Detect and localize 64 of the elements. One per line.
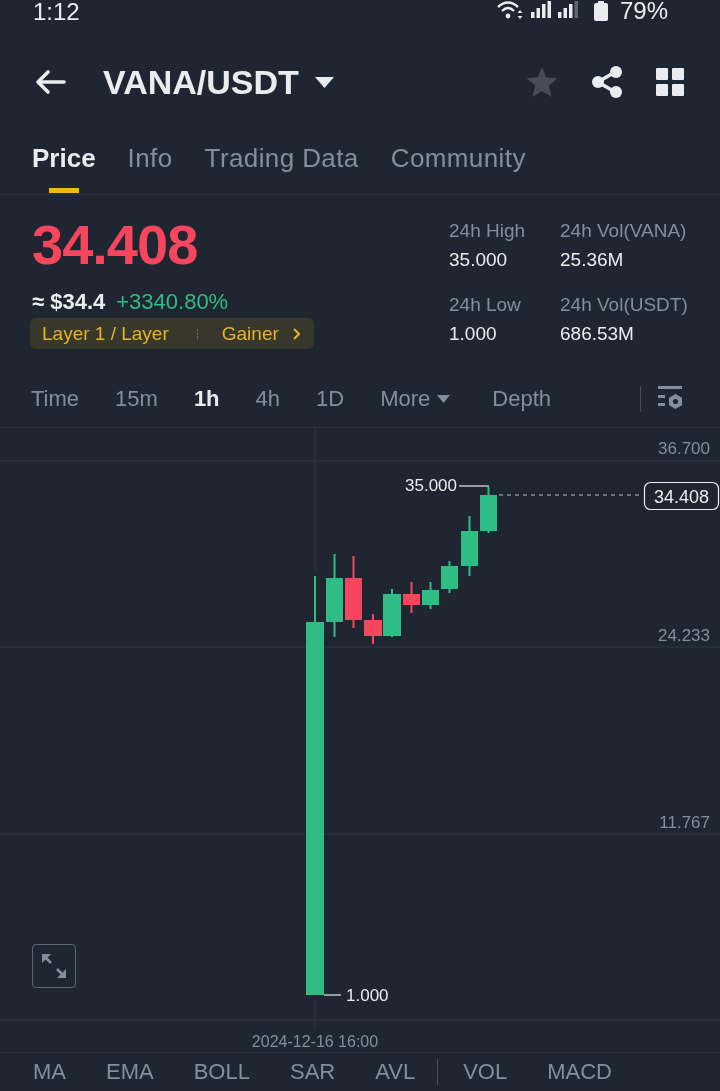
tab[interactable]: Info bbox=[127, 124, 173, 194]
interval-tab[interactable]: Time bbox=[31, 385, 80, 412]
candle bbox=[403, 582, 420, 613]
interval-tab[interactable]: Depth bbox=[492, 385, 551, 412]
last-price: 34.408 bbox=[32, 214, 198, 276]
price-axis-label: 24.233 bbox=[658, 625, 710, 645]
candle bbox=[480, 487, 497, 533]
indicator-tab[interactable]: MACD bbox=[547, 1059, 612, 1085]
back-arrow-icon[interactable] bbox=[34, 69, 66, 95]
battery-percent: 79% bbox=[619, 1, 668, 21]
interval-tab[interactable]: 1h bbox=[193, 385, 220, 412]
chevron-right-icon bbox=[292, 327, 300, 340]
category-tag-bar[interactable]: Layer 1 / Layer Gainer bbox=[30, 318, 314, 349]
tab[interactable]: Price bbox=[32, 124, 96, 194]
tag-label: Layer 1 / Layer bbox=[42, 322, 169, 345]
stat-value: 686.53M bbox=[560, 322, 634, 346]
leader-line bbox=[323, 994, 342, 996]
signal-icon bbox=[530, 1, 551, 18]
price-change: +3340.80% bbox=[116, 290, 229, 314]
fullscreen-button[interactable] bbox=[32, 944, 76, 988]
last-price-tag: 34.408 bbox=[643, 481, 720, 511]
stat-label: 24h Low bbox=[449, 293, 521, 317]
stat-value: 1.000 bbox=[449, 322, 497, 346]
interval-tab[interactable]: More bbox=[380, 385, 451, 412]
indicator-tab[interactable]: EMA bbox=[106, 1059, 154, 1085]
grid-icon[interactable] bbox=[656, 68, 684, 96]
battery-icon bbox=[593, 1, 608, 21]
candle bbox=[461, 516, 478, 576]
interval-tab[interactable]: 15m bbox=[115, 385, 158, 412]
leader-line bbox=[458, 485, 490, 487]
signal-icon bbox=[557, 1, 578, 18]
stat-label: 24h High bbox=[449, 219, 526, 243]
tab[interactable]: Trading Data bbox=[204, 124, 359, 194]
candle bbox=[345, 556, 362, 628]
status-time: 1:12 bbox=[33, 0, 80, 24]
diagonal-arrows-icon bbox=[41, 953, 67, 979]
indicator-tab[interactable]: BOLL bbox=[193, 1059, 250, 1085]
stat-label: 24h Vol(VANA) bbox=[560, 219, 687, 243]
candle bbox=[441, 561, 458, 593]
stat-label: 24h Vol(USDT) bbox=[560, 293, 688, 317]
price-axis-label: 11.767 bbox=[659, 812, 710, 832]
tab[interactable]: Community bbox=[390, 124, 526, 194]
interval-tab[interactable]: 4h bbox=[255, 385, 281, 412]
indicator-tab[interactable]: SAR bbox=[289, 1059, 336, 1085]
fiat-price: ≈ $34.4 bbox=[32, 290, 106, 314]
star-icon[interactable] bbox=[526, 66, 558, 98]
time-axis-label: 2024-12-16 16:00 bbox=[251, 1032, 379, 1050]
candle bbox=[422, 582, 439, 609]
indicator-tab[interactable]: AVL bbox=[375, 1059, 416, 1085]
chart-settings-icon[interactable] bbox=[658, 386, 684, 411]
caret-down-icon bbox=[437, 394, 451, 403]
tag-label: Gainer bbox=[221, 322, 279, 345]
high-price-label: 35.000 bbox=[405, 475, 457, 495]
share-icon[interactable] bbox=[592, 66, 622, 98]
stat-value: 25.36M bbox=[560, 248, 624, 272]
stat-value: 35.000 bbox=[449, 248, 508, 272]
indicator-tab[interactable]: MA bbox=[33, 1059, 66, 1085]
price-axis-label: 36.700 bbox=[658, 438, 710, 458]
indicator-tab[interactable]: VOL bbox=[463, 1059, 508, 1085]
wifi-icon bbox=[496, 1, 524, 19]
pair-selector[interactable]: VANA/USDT bbox=[103, 62, 334, 102]
interval-tab[interactable]: 1D bbox=[316, 385, 345, 412]
caret-down-icon bbox=[314, 76, 334, 88]
low-price-label: 1.000 bbox=[346, 985, 389, 1005]
